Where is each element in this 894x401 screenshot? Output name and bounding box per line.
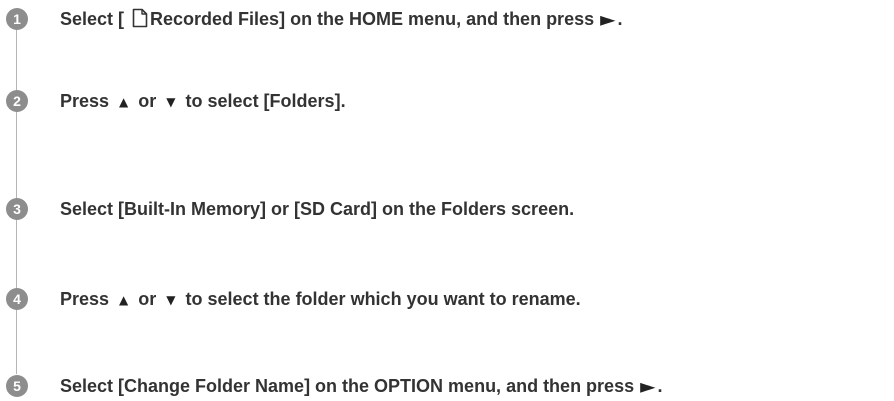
step-text: Press — [60, 91, 115, 111]
step-text: or — [133, 91, 162, 111]
document-icon — [132, 8, 148, 28]
step-4: 4 Press ▲ or ▼ to select the folder whic… — [0, 280, 894, 314]
play-icon: ► — [600, 7, 616, 31]
step-5: 5 Select [Change Folder Name] on the OPT… — [0, 367, 894, 401]
step-text: to select the folder which you want to r… — [180, 289, 581, 309]
step-instruction: Select [ Recorded Files] on the HOME men… — [60, 8, 623, 30]
step-text: Select [Change Folder Name] on the OPTIO… — [60, 376, 635, 396]
step-number-badge: 2 — [6, 90, 28, 112]
procedure-steps: 1 Select [ Recorded Files] on the HOME m… — [0, 0, 894, 401]
step-text: Press — [60, 289, 115, 309]
step-instruction: Press ▲ or ▼ to select the folder which … — [60, 288, 581, 311]
play-icon: ► — [640, 374, 656, 398]
step-3: 3 Select [Built-In Memory] or [SD Card] … — [0, 190, 894, 224]
step-text: . — [657, 376, 663, 396]
step-2: 2 Press ▲ or ▼ to select [Folders]. — [0, 82, 894, 116]
down-arrow-icon: ▼ — [166, 95, 176, 109]
step-1: 1 Select [ Recorded Files] on the HOME m… — [0, 0, 894, 34]
up-arrow-icon: ▲ — [119, 293, 129, 307]
step-text: to select [Folders]. — [180, 91, 346, 111]
step-text: Recorded Files] on the HOME menu, and th… — [150, 9, 595, 29]
step-number-badge: 1 — [6, 8, 28, 30]
step-instruction: Select [Change Folder Name] on the OPTIO… — [60, 375, 663, 397]
step-text: Select [ — [60, 9, 125, 29]
step-text: . — [617, 9, 623, 29]
step-number-badge: 4 — [6, 288, 28, 310]
down-arrow-icon: ▼ — [166, 293, 176, 307]
step-instruction: Press ▲ or ▼ to select [Folders]. — [60, 90, 346, 113]
up-arrow-icon: ▲ — [119, 95, 129, 109]
step-number-badge: 5 — [6, 375, 28, 397]
step-text: or — [133, 289, 162, 309]
step-instruction: Select [Built-In Memory] or [SD Card] on… — [60, 199, 575, 219]
step-number-badge: 3 — [6, 198, 28, 220]
